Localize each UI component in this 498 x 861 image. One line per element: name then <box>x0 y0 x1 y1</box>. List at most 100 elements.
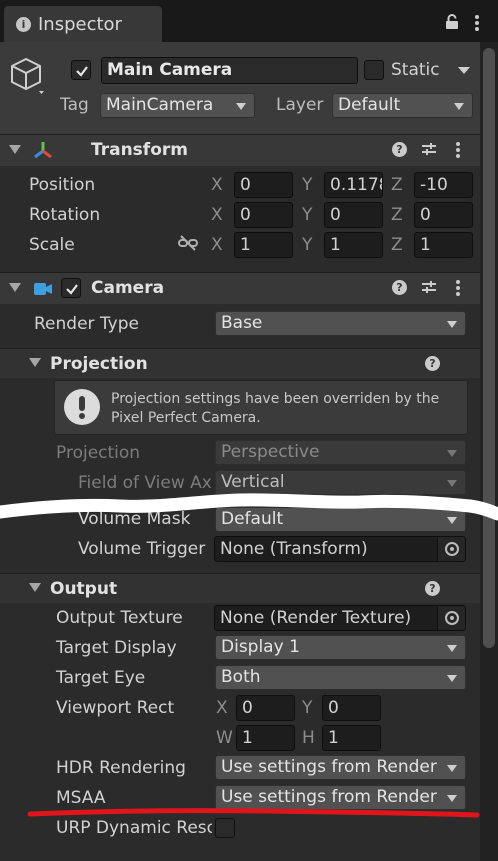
hdr-rendering-label: HDR Rendering <box>56 758 186 778</box>
static-label: Static <box>391 60 440 80</box>
hdr-rendering-value: Use settings from Render <box>221 757 437 777</box>
projection-label: Projection <box>56 443 141 463</box>
scale-z-field[interactable]: 1 <box>414 232 473 258</box>
target-eye-dropdown[interactable]: Both <box>215 665 466 690</box>
projection-value: Perspective <box>221 442 320 462</box>
output-foldout-icon[interactable] <box>29 583 41 592</box>
tag-dropdown[interactable]: MainCamera <box>100 93 255 118</box>
urp-dynamic-resolution-label: URP Dynamic Reso <box>56 818 212 838</box>
scale-y-axis[interactable]: Y <box>302 235 312 255</box>
projection-help-icon[interactable]: ? <box>425 356 440 371</box>
object-name-field[interactable]: Main Camera <box>101 57 358 84</box>
target-eye-value: Both <box>221 667 261 687</box>
scale-y-field[interactable]: 1 <box>324 232 383 258</box>
position-x-axis[interactable]: X <box>211 175 223 195</box>
static-dropdown-icon[interactable] <box>458 67 470 74</box>
viewport-y-label[interactable]: Y <box>302 698 312 718</box>
position-x-field[interactable]: 0 <box>234 172 293 198</box>
target-eye-label: Target Eye <box>56 668 146 688</box>
static-checkbox[interactable] <box>364 60 384 80</box>
projection-dropdown[interactable]: Perspective <box>215 440 466 465</box>
rotation-x-field[interactable]: 0 <box>234 202 293 228</box>
scale-label: Scale <box>29 235 75 255</box>
redaction-stroke <box>0 493 498 521</box>
target-display-dropdown[interactable]: Display 1 <box>215 635 466 660</box>
scale-z-axis[interactable]: Z <box>391 235 403 255</box>
position-label: Position <box>29 175 96 195</box>
lock-icon[interactable] <box>445 14 459 30</box>
position-z-field[interactable]: -10 <box>414 172 473 198</box>
rotation-y-axis[interactable]: Y <box>302 205 312 225</box>
volume-trigger-field[interactable]: None (Transform) <box>214 536 466 562</box>
layer-dropdown[interactable]: Default <box>332 93 473 118</box>
rotation-x-axis[interactable]: X <box>211 205 223 225</box>
rotation-label: Rotation <box>29 205 101 225</box>
transform-help-icon[interactable]: ? <box>392 142 407 157</box>
viewport-w-label[interactable]: W <box>216 728 233 748</box>
viewport-h-field[interactable]: 1 <box>322 725 381 751</box>
rotation-z-field[interactable]: 0 <box>414 202 473 228</box>
transform-foldout-icon[interactable] <box>9 145 21 154</box>
projection-title: Projection <box>50 354 148 374</box>
camera-enabled-checkbox[interactable] <box>61 278 81 298</box>
rotation-y-field[interactable]: 0 <box>324 202 383 228</box>
urp-dynamic-resolution-checkbox[interactable] <box>215 818 235 838</box>
camera-foldout-icon[interactable] <box>9 283 21 292</box>
projection-helpbox: Projection settings have been overriden … <box>54 380 468 435</box>
camera-presets-icon[interactable] <box>421 279 437 300</box>
hdr-rendering-dropdown[interactable]: Use settings from Render <box>215 755 466 780</box>
position-y-axis[interactable]: Y <box>302 175 312 195</box>
transform-menu-icon[interactable] <box>456 142 460 160</box>
layer-value: Default <box>338 95 401 115</box>
output-texture-field[interactable]: None (Render Texture) <box>214 605 466 631</box>
volume-trigger-picker-icon[interactable] <box>437 537 465 561</box>
gameobject-icon[interactable] <box>10 56 46 101</box>
scale-x-field[interactable]: 1 <box>234 232 293 258</box>
object-header <box>0 42 480 134</box>
position-z-axis[interactable]: Z <box>391 175 403 195</box>
scrollbar-thumb[interactable] <box>483 48 495 648</box>
warning-icon <box>64 389 100 425</box>
render-type-value: Base <box>221 313 263 333</box>
volume-trigger-value: None (Transform) <box>220 539 368 559</box>
camera-icon <box>33 281 53 301</box>
render-type-label: Render Type <box>34 314 139 334</box>
transform-header[interactable] <box>0 134 480 166</box>
projection-foldout-icon[interactable] <box>29 358 41 367</box>
target-display-value: Display 1 <box>221 637 300 657</box>
projection-help-text: Projection settings have been overriden … <box>111 391 440 426</box>
volume-trigger-label: Volume Trigger <box>78 539 206 559</box>
transform-title: Transform <box>91 140 188 160</box>
active-checkbox[interactable] <box>71 60 91 80</box>
tab-title: Inspector <box>38 14 122 35</box>
rotation-z-axis[interactable]: Z <box>391 205 403 225</box>
viewport-x-field[interactable]: 0 <box>236 695 295 721</box>
transform-icon <box>32 140 54 165</box>
camera-title: Camera <box>91 278 165 298</box>
viewport-w-field[interactable]: 1 <box>236 725 295 751</box>
camera-menu-icon[interactable] <box>456 280 460 298</box>
camera-help-icon[interactable]: ? <box>392 280 407 295</box>
viewport-rect-label: Viewport Rect <box>56 698 175 718</box>
output-texture-value: None (Render Texture) <box>220 608 412 628</box>
constrain-proportions-icon[interactable] <box>178 235 198 256</box>
scale-x-axis[interactable]: X <box>211 235 223 255</box>
fov-axis-value: Vertical <box>221 472 285 492</box>
output-help-icon[interactable]: ? <box>425 581 440 596</box>
tab-inspector[interactable]: i Inspector <box>4 6 162 42</box>
info-icon: i <box>16 17 31 32</box>
layer-label: Layer <box>276 95 324 115</box>
tag-label: Tag <box>60 95 89 115</box>
output-texture-label: Output Texture <box>56 608 183 628</box>
render-type-dropdown[interactable]: Base <box>215 311 466 336</box>
tag-value: MainCamera <box>106 95 214 115</box>
viewport-y-field[interactable]: 0 <box>322 695 381 721</box>
position-y-field[interactable]: 0.1178 <box>324 172 383 198</box>
viewport-x-label[interactable]: X <box>216 698 228 718</box>
tab-menu-icon[interactable] <box>475 15 479 33</box>
transform-presets-icon[interactable] <box>421 141 437 162</box>
output-title: Output <box>50 579 118 599</box>
output-texture-picker-icon[interactable] <box>437 606 465 630</box>
target-display-label: Target Display <box>56 638 177 658</box>
viewport-h-label[interactable]: H <box>302 728 315 748</box>
